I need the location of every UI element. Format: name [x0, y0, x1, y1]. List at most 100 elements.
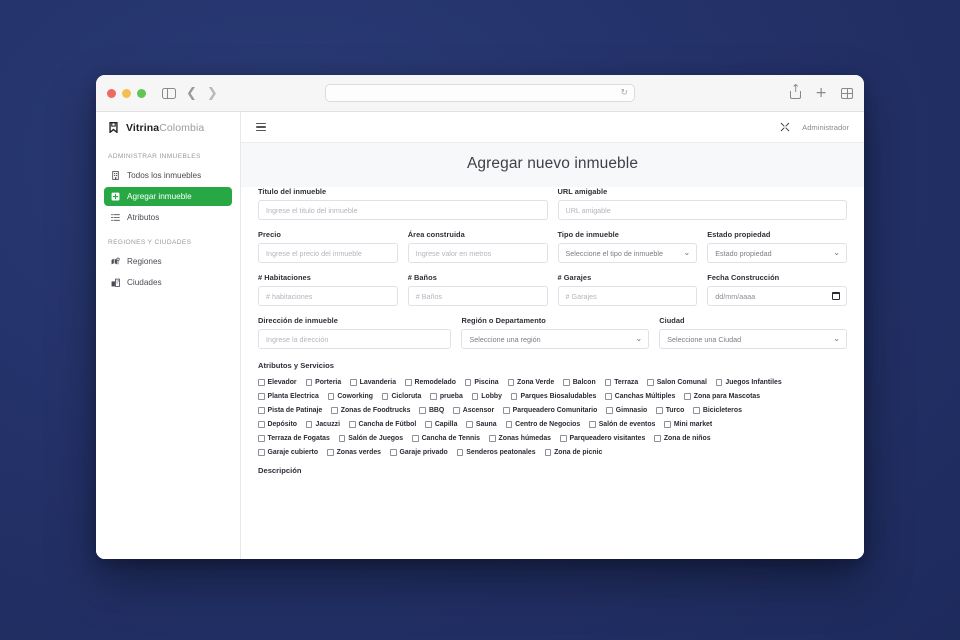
attribute-checkbox[interactable]: Porteria — [305, 379, 341, 386]
attribute-checkbox[interactable]: Zona de picnic — [544, 449, 602, 456]
checkbox-box[interactable] — [338, 435, 346, 442]
attribute-checkbox[interactable]: Salón de eventos — [589, 421, 655, 428]
attribute-checkbox[interactable]: Ascensor — [453, 407, 494, 414]
forward-icon[interactable]: ❯ — [207, 87, 218, 100]
attribute-checkbox[interactable]: Elevador — [258, 379, 297, 386]
checkbox-box[interactable] — [471, 393, 479, 400]
attribute-checkbox[interactable]: Parqueadero visitantes — [560, 435, 645, 442]
attribute-checkbox[interactable]: Cancha de Tennis — [412, 435, 480, 442]
checkbox-box[interactable] — [258, 449, 265, 456]
brand[interactable]: VitrinaColombia — [96, 112, 240, 143]
window-controls[interactable] — [107, 88, 146, 98]
checkbox-box[interactable] — [464, 379, 472, 386]
checkbox-box[interactable] — [405, 379, 412, 386]
attribute-checkbox[interactable]: Jacuzzi — [305, 421, 340, 428]
close-window-button[interactable] — [107, 88, 116, 98]
checkbox-box[interactable] — [412, 435, 419, 442]
sidebar-item-todos-los-inmuebles[interactable]: Todos los inmuebles — [104, 166, 232, 185]
attribute-checkbox[interactable]: Pista de Patinaje — [258, 407, 322, 414]
checkbox-box[interactable] — [430, 393, 437, 400]
sidebar-item-ciudades[interactable]: Ciudades — [104, 273, 232, 292]
sidebar-toggle-icon[interactable] — [162, 87, 176, 99]
new-tab-icon[interactable]: + — [815, 86, 827, 100]
area-construida-input[interactable]: Ingrese valor en metros — [407, 243, 548, 263]
attribute-checkbox[interactable]: Balcon — [563, 379, 596, 386]
ciudad-select[interactable]: Seleccione una Ciudad — [659, 329, 847, 349]
checkbox-box[interactable] — [390, 449, 397, 456]
checkbox-box[interactable] — [693, 407, 700, 414]
checkbox-box[interactable] — [349, 421, 356, 428]
checkbox-box[interactable] — [510, 393, 518, 400]
attribute-checkbox[interactable]: Salon Comunal — [647, 379, 707, 386]
checkbox-box[interactable] — [560, 435, 567, 442]
attribute-checkbox[interactable]: Cicloruta — [381, 393, 421, 400]
checkbox-box[interactable] — [305, 421, 313, 428]
checkbox-box[interactable] — [505, 421, 513, 428]
checkbox-box[interactable] — [327, 449, 334, 456]
attribute-checkbox[interactable]: Zonas de Foodtrucks — [331, 407, 410, 414]
direccion-input[interactable]: Ingrese la dirección — [258, 329, 452, 349]
attribute-checkbox[interactable]: Sauna — [466, 421, 497, 428]
checkbox-box[interactable] — [419, 407, 426, 414]
attribute-checkbox[interactable]: Juegos Infantiles — [715, 379, 782, 386]
attribute-checkbox[interactable]: prueba — [430, 393, 463, 400]
attribute-checkbox[interactable]: Gimnasio — [606, 407, 647, 414]
checkbox-box[interactable] — [453, 407, 460, 414]
checkbox-box[interactable] — [507, 379, 515, 386]
estado-propiedad-select[interactable]: Estado propiedad — [707, 243, 847, 263]
attribute-checkbox[interactable]: Zonas verdes — [327, 449, 381, 456]
checkbox-box[interactable] — [606, 407, 613, 414]
attribute-checkbox[interactable]: Capilla — [425, 421, 457, 428]
back-icon[interactable]: ❮ — [186, 87, 197, 100]
attribute-checkbox[interactable]: Remodelado — [405, 379, 456, 386]
maximize-window-button[interactable] — [137, 88, 146, 98]
checkbox-box[interactable] — [544, 449, 552, 456]
checkbox-box[interactable] — [589, 421, 596, 428]
attribute-checkbox[interactable]: Mini market — [664, 421, 712, 428]
attribute-checkbox[interactable]: Turco — [656, 407, 684, 414]
attribute-checkbox[interactable]: Garaje cubierto — [258, 449, 318, 456]
fecha-construccion-input[interactable]: dd/mm/aaaa — [707, 286, 847, 306]
checkbox-box[interactable] — [503, 407, 510, 414]
user-label[interactable]: Administrador — [802, 123, 849, 132]
checkbox-box[interactable] — [350, 379, 357, 386]
checkbox-box[interactable] — [489, 435, 496, 442]
address-bar[interactable]: ↻ — [325, 84, 635, 102]
checkbox-box[interactable] — [258, 379, 265, 386]
sidebar-item-regiones[interactable]: Regiones — [104, 252, 232, 271]
tab-overview-icon[interactable] — [841, 87, 853, 99]
hamburger-icon[interactable] — [256, 121, 266, 133]
minimize-window-button[interactable] — [122, 88, 131, 98]
checkbox-box[interactable] — [258, 435, 265, 442]
checkbox-box[interactable] — [647, 379, 654, 386]
checkbox-box[interactable] — [605, 393, 612, 400]
attribute-checkbox[interactable]: Zona Verde — [507, 379, 554, 386]
attribute-checkbox[interactable]: Terraza — [604, 379, 638, 386]
attribute-checkbox[interactable]: Lobby — [471, 393, 502, 400]
attribute-checkbox[interactable]: Zona para Mascotas — [684, 393, 760, 400]
attribute-checkbox[interactable]: Depósito — [258, 421, 297, 428]
checkbox-box[interactable] — [684, 393, 691, 400]
expand-icon[interactable] — [780, 122, 790, 132]
checkbox-box[interactable] — [381, 393, 389, 400]
attribute-checkbox[interactable]: Piscina — [464, 379, 499, 386]
checkbox-box[interactable] — [664, 421, 671, 428]
checkbox-box[interactable] — [425, 421, 432, 428]
precio-input[interactable]: Ingrese el precio del inmueble — [258, 243, 398, 263]
attribute-checkbox[interactable]: Terraza de Fogatas — [258, 435, 330, 442]
attribute-checkbox[interactable]: Centro de Negocios — [505, 421, 580, 428]
region-select[interactable]: Seleccione una región — [461, 329, 650, 349]
attribute-checkbox[interactable]: Coworking — [327, 393, 373, 400]
attribute-checkbox[interactable]: BBQ — [419, 407, 444, 414]
titulo-input[interactable]: Ingrese el titulo del inmueble — [258, 200, 548, 220]
sidebar-item-agregar-inmueble[interactable]: Agregar inmueble — [104, 187, 232, 206]
checkbox-box[interactable] — [305, 379, 313, 386]
attribute-checkbox[interactable]: Zonas húmedas — [489, 435, 551, 442]
sidebar-item-atributos[interactable]: Atributos — [104, 208, 232, 227]
checkbox-box[interactable] — [466, 421, 473, 428]
checkbox-box[interactable] — [715, 379, 723, 386]
attribute-checkbox[interactable]: Lavanderia — [350, 379, 396, 386]
banos-input[interactable]: # Baños — [407, 286, 548, 306]
checkbox-box[interactable] — [656, 407, 663, 414]
checkbox-box[interactable] — [327, 393, 335, 400]
